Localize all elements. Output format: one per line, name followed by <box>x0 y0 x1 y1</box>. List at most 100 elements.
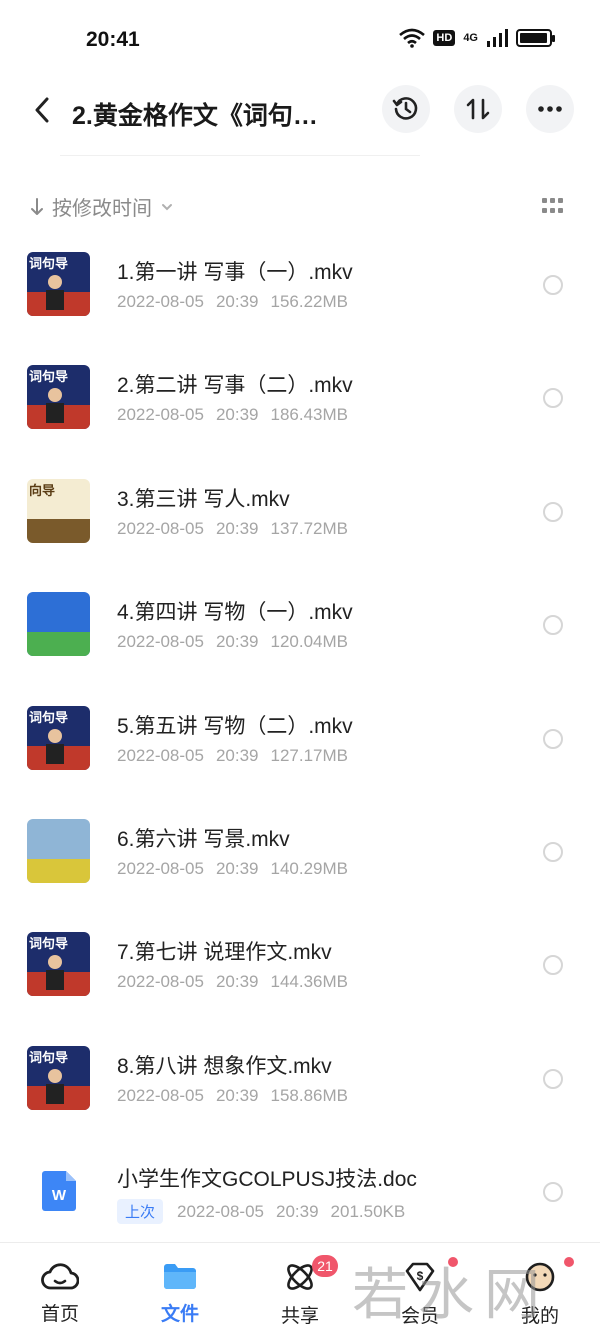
list-item[interactable]: 词句导 2.第二讲 写事（二）.mkv 2022-08-05 20:39 186… <box>0 341 600 454</box>
video-thumbnail: 词句导 <box>27 1045 90 1110</box>
word-doc-icon: W <box>42 1171 76 1212</box>
history-icon <box>392 97 418 120</box>
wifi-icon <box>399 28 426 48</box>
list-item[interactable]: 词句导 7.第七讲 说理作文.mkv 2022-08-05 20:39 144.… <box>0 908 600 1021</box>
file-size: 156.22MB <box>270 292 349 311</box>
file-time: 20:39 <box>215 632 259 652</box>
nav-label: 我的 <box>520 1306 559 1327</box>
file-meta: 2022-08-05 20:39 137.72MB <box>117 519 348 539</box>
select-checkbox[interactable] <box>543 388 563 409</box>
file-time: 20:39 <box>215 745 259 765</box>
file-name: 5.第五讲 写物（二）.mkv <box>117 714 353 738</box>
status-icons: HD 4G <box>399 28 555 48</box>
grid-icon <box>542 198 547 203</box>
folder-icon <box>164 1264 196 1289</box>
chevron-left-icon <box>35 97 49 123</box>
nav-share[interactable]: 21 共享 <box>240 1243 360 1333</box>
nav-home[interactable]: 首页 <box>0 1243 120 1333</box>
file-date: 2022-08-05 <box>117 745 204 765</box>
sort-label: 按修改时间 <box>52 198 152 220</box>
file-time: 20:39 <box>215 972 259 992</box>
list-item[interactable]: 词句导 8.第八讲 想象作文.mkv 2022-08-05 20:39 158.… <box>0 1022 600 1135</box>
select-checkbox[interactable] <box>543 728 563 749</box>
more-dots-icon <box>538 106 562 112</box>
list-item[interactable]: 词句导 5.第五讲 写物（二）.mkv 2022-08-05 20:39 127… <box>0 682 600 795</box>
list-item[interactable]: 词句导 1.第一讲 写事（一）.mkv 2022-08-05 20:39 156… <box>0 228 600 341</box>
header-divider <box>60 155 420 156</box>
file-time: 20:39 <box>275 1201 319 1221</box>
nav-files[interactable]: 文件 <box>120 1243 240 1333</box>
select-checkbox[interactable] <box>543 841 563 862</box>
video-thumbnail: 词句导 <box>27 932 90 997</box>
arrow-down-icon <box>31 197 43 215</box>
signal-icon <box>487 29 508 47</box>
select-checkbox[interactable] <box>543 955 563 976</box>
list-item[interactable]: W 小学生作文GCOLPUSJ技法.doc 上次 2022-08-05 20:3… <box>0 1135 600 1248</box>
thumb-figure-body <box>46 970 64 991</box>
file-meta: 上次 2022-08-05 20:39 201.50KB <box>117 1199 406 1225</box>
video-thumbnail <box>27 592 90 657</box>
hd-badge: HD <box>433 30 456 46</box>
more-button[interactable] <box>526 85 574 133</box>
nav-profile[interactable]: 我的 <box>480 1243 600 1333</box>
file-size: 186.43MB <box>270 405 349 425</box>
svg-text:W: W <box>52 1187 67 1204</box>
share-count-badge: 21 <box>312 1255 338 1277</box>
file-size: 127.17MB <box>270 745 349 765</box>
file-time: 20:39 <box>215 292 259 311</box>
thumb-figure-body <box>46 743 64 764</box>
select-checkbox[interactable] <box>543 275 563 295</box>
list-item[interactable]: 4.第四讲 写物（一）.mkv 2022-08-05 20:39 120.04M… <box>0 568 600 681</box>
folder-title: 2.黄金格作文《词句… <box>72 102 318 130</box>
thumb-text: 词句导 <box>29 256 68 272</box>
chevron-down-icon <box>162 203 172 210</box>
file-date: 2022-08-05 <box>117 405 204 425</box>
back-button[interactable] <box>24 90 60 130</box>
thumb-figure-head <box>48 1068 62 1083</box>
history-button[interactable] <box>382 85 430 133</box>
thumb-figure-body <box>46 1083 64 1104</box>
file-date: 2022-08-05 <box>117 632 204 652</box>
sort-arrows-icon <box>466 98 490 120</box>
file-time: 20:39 <box>215 1085 259 1105</box>
thumb-text: 向导 <box>29 483 55 499</box>
thumb-figure-head <box>48 728 62 743</box>
select-checkbox[interactable] <box>543 615 563 636</box>
video-thumbnail: 词句导 <box>27 365 90 430</box>
last-opened-badge: 上次 <box>117 1199 164 1225</box>
nav-label: 共享 <box>280 1306 319 1327</box>
file-name: 4.第四讲 写物（一）.mkv <box>117 601 353 625</box>
file-meta: 2022-08-05 20:39 120.04MB <box>117 632 348 652</box>
network-label: 4G <box>463 32 478 44</box>
nav-label: 文件 <box>160 1304 199 1325</box>
list-item[interactable]: 向导 3.第三讲 写人.mkv 2022-08-05 20:39 137.72M… <box>0 455 600 568</box>
file-date: 2022-08-05 <box>117 1085 204 1105</box>
video-thumbnail <box>27 818 90 883</box>
list-item[interactable]: 6.第六讲 写景.mkv 2022-08-05 20:39 140.29MB <box>0 795 600 908</box>
video-thumbnail: 词句导 <box>27 252 90 316</box>
file-meta: 2022-08-05 20:39 140.29MB <box>117 859 348 879</box>
grid-view-button[interactable] <box>542 198 564 214</box>
header: 2.黄金格作文《词句… <box>0 80 600 140</box>
select-checkbox[interactable] <box>543 501 563 522</box>
nav-vip[interactable]: $ 会员 <box>360 1243 480 1333</box>
thumb-text: 词句导 <box>29 1050 68 1066</box>
select-checkbox[interactable] <box>543 1182 563 1203</box>
file-size: 140.29MB <box>270 858 349 878</box>
profile-icon <box>525 1262 555 1292</box>
bottom-nav: 首页 文件 21 共享 $ 会员 我的 <box>0 1242 600 1333</box>
nav-label: 会员 <box>400 1306 439 1327</box>
file-name: 2.第二讲 写事（二）.mkv <box>117 374 353 398</box>
file-list: 词句导 1.第一讲 写事（一）.mkv 2022-08-05 20:39 156… <box>0 228 600 1249</box>
thumb-figure-body <box>46 290 64 310</box>
sort-selector[interactable]: 按修改时间 <box>30 192 174 221</box>
file-meta: 2022-08-05 20:39 158.86MB <box>117 1086 348 1106</box>
thumb-figure-head <box>48 955 62 970</box>
select-checkbox[interactable] <box>543 1068 563 1089</box>
vip-icon: $ <box>405 1262 435 1292</box>
file-size: 201.50KB <box>330 1201 406 1221</box>
file-name: 8.第八讲 想象作文.mkv <box>117 1054 332 1078</box>
sort-toggle-button[interactable] <box>454 85 502 133</box>
file-size: 137.72MB <box>270 518 349 538</box>
file-date: 2022-08-05 <box>117 972 204 992</box>
